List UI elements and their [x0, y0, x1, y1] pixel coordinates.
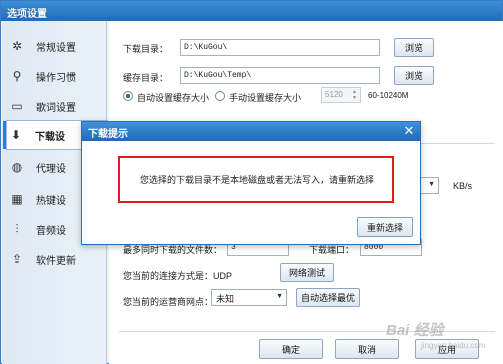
auto-select-best-button[interactable]: 自动选择最优 — [296, 288, 360, 307]
equalizer-icon: ⫶ — [15, 221, 19, 236]
chevron-down-icon: ▼ — [276, 293, 283, 300]
reselect-button[interactable]: 重新选择 — [357, 217, 413, 237]
download-icon: ⬇ — [10, 128, 22, 142]
sidebar-item-lyrics[interactable]: ▭ 歌词设置 — [8, 91, 107, 121]
sidebar-item-label: 音频设 — [36, 225, 66, 237]
network-test-button[interactable]: 网络测试 — [280, 263, 334, 282]
watermark-url: jingyan.baidu.com — [421, 341, 486, 350]
isp-label: 您当前的运营商网点： — [123, 297, 214, 307]
pin-icon: ⚲ — [12, 69, 22, 83]
sidebar-item-label: 代理设 — [36, 163, 66, 175]
window-titlebar: 选项设置 — [1, 1, 502, 21]
isp-select[interactable]: 未知 ▼ — [211, 289, 287, 306]
sidebar-item-habits[interactable]: ⚲ 操作习惯 — [8, 61, 107, 91]
sidebar-item-update[interactable]: ⇪ 软件更新 — [8, 244, 107, 274]
cache-dir-label: 缓存目录： — [123, 73, 169, 83]
watermark: Bai 经验 — [386, 322, 444, 339]
upgrade-icon: ⇪ — [11, 252, 23, 266]
sidebar-item-label: 软件更新 — [36, 255, 76, 267]
sidebar-item-label: 下载设 — [35, 131, 65, 143]
manual-cache-radio[interactable] — [215, 91, 225, 101]
download-dir-field[interactable]: D:\KuGou\ — [180, 39, 380, 56]
lyrics-icon: ▭ — [11, 99, 23, 113]
close-icon[interactable]: ✕ — [402, 123, 416, 139]
active-marker — [3, 121, 6, 149]
cache-dir-field[interactable]: D:\KuGou\Temp\ — [180, 67, 380, 84]
manual-cache-label: 手动设置缓存大小 — [229, 93, 302, 103]
window-title: 选项设置 — [7, 9, 47, 20]
sidebar-item-label: 操作习惯 — [36, 72, 76, 84]
download-dir-label: 下载目录： — [123, 44, 169, 54]
dialog-message-highlight: 您选择的下载目录不是本地磁盘或者无法写入，请重新选择 — [118, 156, 394, 203]
browse-cache-button[interactable]: 浏览 — [394, 66, 434, 85]
auto-cache-label: 自动设置缓存大小 — [137, 93, 210, 103]
dialog-title: 下载提示 — [88, 129, 128, 140]
chevron-down-icon: ▼ — [428, 181, 435, 188]
connection-type-label: 您当前的连接方式是：UDP — [123, 271, 233, 281]
sidebar-item-label: 热键设 — [36, 195, 66, 207]
cache-size-value: 5120 — [325, 90, 343, 99]
keyboard-icon: ▦ — [11, 192, 23, 206]
dialog-titlebar: 下载提示 — [82, 122, 420, 141]
sidebar-item-label: 歌词设置 — [36, 102, 76, 114]
ok-button[interactable]: 确定 — [259, 339, 323, 359]
stepper-arrows-icon[interactable]: ▲ ▼ — [352, 89, 359, 101]
gear-icon: ✲ — [11, 39, 23, 53]
auto-cache-radio[interactable] — [123, 91, 133, 101]
isp-select-value: 未知 — [216, 294, 235, 304]
speed-unit-label: KB/s — [453, 181, 473, 191]
cache-size-stepper[interactable]: 5120 ▲ ▼ — [321, 87, 361, 103]
options-window: 选项设置 ✲ 常规设置 ⚲ 操作习惯 ▭ 歌词设置 ⬇ 下载设 ◍ 代理设 ▦ … — [0, 0, 503, 364]
browse-download-button[interactable]: 浏览 — [394, 38, 434, 57]
sidebar-item-label: 常规设置 — [36, 42, 76, 54]
sidebar-item-general[interactable]: ✲ 常规设置 — [8, 31, 107, 61]
dialog-message: 您选择的下载目录不是本地磁盘或者无法写入，请重新选择 — [140, 175, 375, 185]
cancel-button[interactable]: 取消 — [335, 339, 399, 359]
download-alert-dialog: 下载提示 ✕ 您选择的下载目录不是本地磁盘或者无法写入，请重新选择 重新选择 — [81, 121, 421, 245]
cache-range-label: 60-10240M — [368, 91, 409, 100]
globe-icon: ◍ — [11, 160, 23, 174]
